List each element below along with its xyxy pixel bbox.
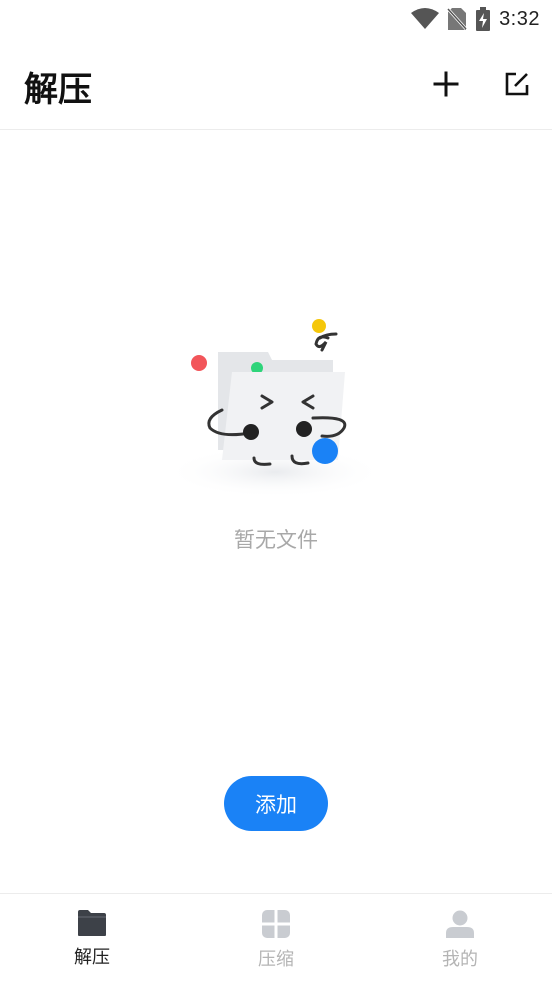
add-icon xyxy=(433,71,459,97)
folder-icon xyxy=(78,910,106,936)
tab-extract[interactable]: 解压 xyxy=(0,894,184,981)
add-file-button[interactable]: 添加 xyxy=(224,776,328,831)
tab-extract-label: 解压 xyxy=(74,947,110,968)
status-icons: 3:32 xyxy=(411,6,540,32)
edit-button[interactable] xyxy=(497,64,537,104)
tab-mine[interactable]: 我的 xyxy=(368,894,552,981)
app-bar: 解压 xyxy=(0,38,552,130)
empty-state-message: 暂无文件 xyxy=(234,528,318,552)
battery-charging-icon xyxy=(476,7,491,31)
tab-compress[interactable]: 压缩 xyxy=(184,894,368,981)
edit-icon xyxy=(505,72,529,96)
no-sim-icon xyxy=(447,7,468,31)
tab-compress-label: 压缩 xyxy=(258,949,294,970)
wifi-icon xyxy=(411,8,440,29)
status-time: 3:32 xyxy=(499,7,540,30)
bottom-tab-bar: 解压 压缩 我的 xyxy=(0,893,552,981)
add-button[interactable] xyxy=(426,64,466,104)
grid-icon xyxy=(262,910,290,938)
page-title: 解压 xyxy=(24,70,92,110)
empty-folder-illustration xyxy=(150,300,400,510)
status-bar: 3:32 xyxy=(0,0,552,38)
tab-mine-label: 我的 xyxy=(442,949,478,970)
person-icon xyxy=(446,910,474,938)
